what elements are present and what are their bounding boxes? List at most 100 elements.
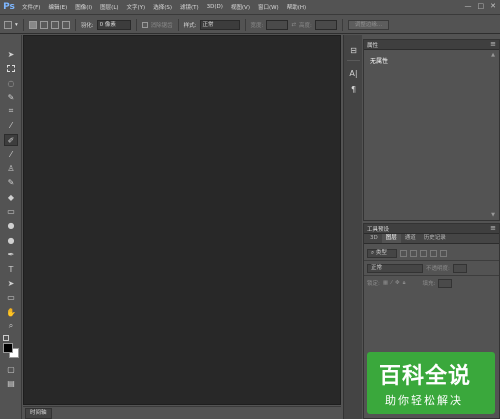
properties-header: 属性 ≡: [364, 40, 499, 50]
tab-channels[interactable]: 通道: [401, 234, 420, 243]
quick-select-icon[interactable]: ✎: [4, 91, 18, 103]
divider: [364, 260, 499, 261]
width-label: 宽度:: [250, 22, 264, 29]
path-select-icon[interactable]: ➤: [4, 277, 18, 289]
lock-all-icon[interactable]: 🔒︎: [403, 280, 406, 287]
subtract-selection-icon[interactable]: [50, 20, 59, 29]
watermark-title: 百科全说: [379, 364, 472, 389]
no-properties-text: 无属性: [370, 58, 389, 65]
healing-brush-icon[interactable]: ✐: [4, 134, 18, 146]
pixel-filter-icon[interactable]: [400, 249, 407, 257]
menu-file[interactable]: 文件(F): [18, 3, 44, 11]
menu-edit[interactable]: 编辑(E): [44, 3, 71, 11]
toolbox: ➤ ◌ ✎ ⌗ ⁄ ✐ ⁄ ♙ ✎ ◆ ▭ ● ● ✒ T ➤ ▭ ✋ ⌕ ▢ …: [0, 35, 22, 419]
refine-edge-button[interactable]: 调整边缘...: [347, 19, 390, 30]
menu-image[interactable]: 图像(I): [71, 3, 96, 11]
menu-view[interactable]: 视图(V): [227, 3, 254, 11]
character-panel-icon[interactable]: A|: [347, 67, 360, 79]
panel-dock: ⊟ A| ¶: [343, 35, 362, 419]
preset-dropdown-icon[interactable]: ▾: [15, 22, 18, 28]
menu-layer[interactable]: 图层(L): [96, 3, 122, 11]
maximize-button[interactable]: □: [478, 2, 485, 10]
blend-mode-select[interactable]: 正常: [367, 263, 423, 273]
fill-input[interactable]: [438, 278, 453, 288]
tab-history[interactable]: 历史记录: [420, 234, 450, 243]
timeline-bar: 时间轴: [23, 406, 341, 419]
menu-help[interactable]: 帮助(H): [283, 3, 310, 11]
rectangle-icon[interactable]: ▭: [4, 291, 18, 303]
properties-tab[interactable]: 属性: [367, 41, 378, 49]
foreground-color-swatch[interactable]: [3, 343, 13, 353]
panel-menu-icon[interactable]: ≡: [490, 224, 496, 232]
options-bar: ▾ 羽化: 0 像素 消除锯齿 样式: 正常 宽度: ⇄ 高度: 调整边缘...: [0, 16, 500, 34]
panel-menu-icon[interactable]: ≡: [490, 40, 496, 48]
window-controls: — □ ✕: [465, 2, 497, 10]
type-filter-icon[interactable]: [420, 249, 427, 257]
menu-window[interactable]: 窗口(W): [254, 3, 283, 11]
adjustment-filter-icon[interactable]: [410, 249, 417, 257]
paragraph-panel-icon[interactable]: ¶: [347, 83, 360, 95]
shape-filter-icon[interactable]: [430, 249, 437, 257]
lock-transparent-icon[interactable]: ▦: [383, 280, 388, 286]
crop-icon[interactable]: ⌗: [4, 105, 18, 117]
divider: [364, 275, 499, 276]
eraser-icon[interactable]: ◆: [4, 191, 18, 203]
smart-object-filter-icon[interactable]: [440, 249, 447, 257]
move-icon[interactable]: ➤: [4, 48, 18, 60]
menu-3d[interactable]: 3D(D): [203, 4, 227, 10]
tool-presets-header: 工具预设 ≡: [364, 224, 499, 234]
opacity-label: 不透明度:: [426, 266, 450, 272]
dodge-icon[interactable]: ●: [4, 234, 18, 246]
feather-input[interactable]: 0 像素: [96, 19, 131, 30]
brush-icon[interactable]: ⁄: [4, 148, 18, 160]
new-selection-icon[interactable]: [28, 20, 37, 29]
watermark-subtitle: 助你轻松解决: [385, 394, 463, 407]
lock-label: 锁定:: [367, 281, 380, 287]
divider: [135, 18, 137, 31]
type-icon[interactable]: T: [4, 263, 18, 275]
opacity-input[interactable]: [452, 263, 467, 273]
history-panel-icon[interactable]: ⊟: [347, 44, 360, 56]
history-brush-icon[interactable]: ✎: [4, 176, 18, 188]
gradient-icon[interactable]: ▭: [4, 205, 18, 217]
lock-position-icon[interactable]: ✥: [395, 280, 400, 286]
scroll-down-icon[interactable]: ▼: [491, 212, 495, 218]
divider: [347, 60, 360, 61]
scroll-up-icon[interactable]: ▲: [491, 52, 495, 58]
intersect-selection-icon[interactable]: [61, 20, 70, 29]
minimize-button[interactable]: —: [465, 2, 472, 10]
document-canvas[interactable]: [23, 35, 341, 405]
add-selection-icon[interactable]: [39, 20, 48, 29]
menu-select[interactable]: 选择(S): [149, 3, 176, 11]
tool-presets-tab[interactable]: 工具预设: [367, 225, 389, 233]
marquee-preset-icon[interactable]: [4, 20, 12, 29]
menu-filter[interactable]: 滤镜(T): [176, 3, 203, 11]
divider: [244, 18, 246, 31]
pen-icon[interactable]: ✒: [4, 248, 18, 260]
zoom-icon[interactable]: ⌕: [4, 320, 18, 332]
antialias-checkbox[interactable]: [141, 21, 148, 28]
close-button[interactable]: ✕: [490, 2, 496, 10]
lasso-icon[interactable]: ◌: [4, 77, 18, 89]
hand-icon[interactable]: ✋: [4, 306, 18, 318]
height-input[interactable]: [314, 19, 337, 30]
clone-stamp-icon[interactable]: ♙: [4, 162, 18, 174]
layer-kind-select[interactable]: ⌕ 类型: [367, 248, 397, 258]
quick-mask-icon[interactable]: ▢: [4, 363, 18, 375]
screen-mode-icon[interactable]: ▤: [4, 377, 18, 389]
menu-type[interactable]: 文字(Y): [123, 3, 150, 11]
lock-image-icon[interactable]: ⁄: [391, 280, 392, 286]
watermark-badge: 百科全说 助你轻松解决: [367, 352, 495, 414]
blur-icon[interactable]: ●: [4, 219, 18, 231]
divider: [74, 18, 76, 31]
default-colors-icon[interactable]: [3, 335, 9, 341]
width-input[interactable]: [266, 19, 289, 30]
marquee-icon[interactable]: [4, 62, 18, 74]
height-label: 高度:: [298, 22, 312, 29]
swap-icon[interactable]: ⇄: [291, 22, 296, 28]
tab-layers[interactable]: 图层: [381, 234, 401, 243]
eyedropper-icon[interactable]: ⁄: [4, 119, 18, 131]
timeline-tab[interactable]: 时间轴: [25, 408, 52, 419]
style-select[interactable]: 正常: [199, 19, 240, 30]
tab-3d[interactable]: 3D: [366, 234, 382, 243]
